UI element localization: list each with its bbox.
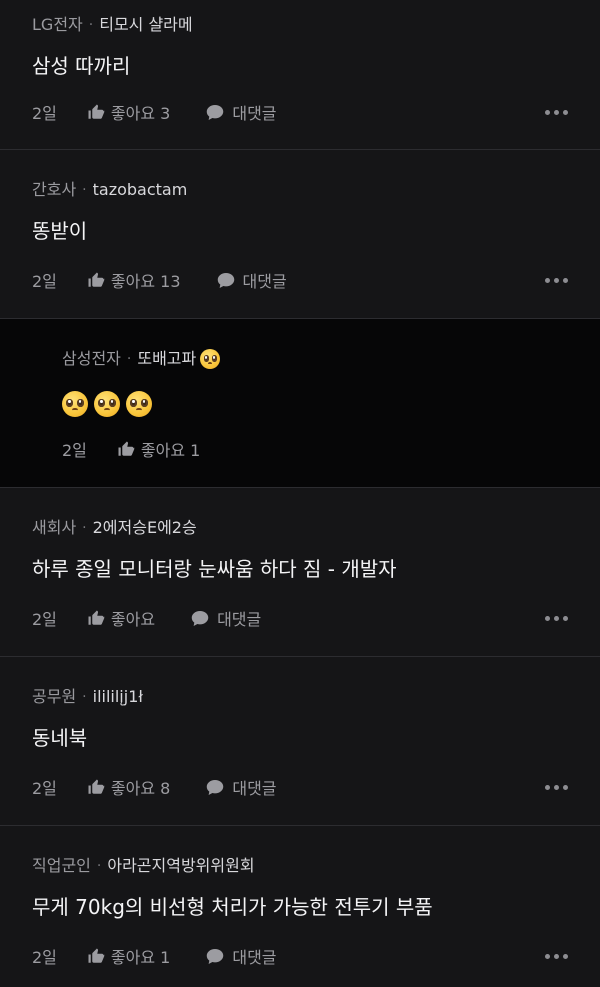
comment-body: 삼성 따까리: [32, 54, 131, 78]
company-name[interactable]: 공무원: [32, 686, 76, 708]
like-button[interactable]: 좋아요 1: [87, 944, 170, 968]
nickname[interactable]: 2에저승E에2승: [93, 517, 197, 539]
nickname[interactable]: 티모시 샬라메: [99, 14, 192, 36]
comment-meta: LG전자 · 티모시 샬라메: [32, 14, 568, 36]
reply-label: 대댓글: [232, 104, 277, 123]
comment-body: 무게 70kg의 비선형 처리가 가능한 전투기 부품: [32, 895, 433, 919]
nickname[interactable]: 아라곤지역방위위원회: [107, 855, 254, 877]
pleading-face-emoji: [200, 349, 221, 369]
like-button[interactable]: 좋아요 8: [87, 775, 170, 799]
separator-dot: ·: [82, 689, 87, 705]
nickname[interactable]: 또배고파: [137, 348, 196, 370]
like-button[interactable]: 좋아요 13: [87, 268, 181, 292]
comment-meta: 간호사 · tazobactam: [32, 179, 568, 201]
reply-label: 대댓글: [242, 272, 287, 291]
more-options-button[interactable]: [545, 101, 568, 123]
more-options-button[interactable]: [545, 269, 568, 291]
like-button[interactable]: 좋아요 1: [117, 437, 200, 461]
reply-button[interactable]: 대댓글: [217, 268, 287, 292]
thumbs-up-icon: [88, 779, 105, 794]
speech-bubble-icon: [207, 948, 224, 964]
like-label: 좋아요 1: [140, 441, 201, 460]
company-name[interactable]: LG전자: [32, 14, 83, 36]
comment-actions: 2일 좋아요 대댓글: [32, 607, 568, 629]
more-options-button[interactable]: [545, 776, 568, 798]
separator-dot: ·: [96, 858, 102, 874]
timestamp: 2일: [32, 948, 57, 967]
comment-item: 간호사 · tazobactam 똥받이 2일 좋아요 13 대댓글: [0, 150, 600, 319]
separator-dot: ·: [126, 351, 132, 367]
reply-comment-item: 삼성전자 · 또배고파 2일 좋아요 1: [0, 319, 600, 488]
speech-bubble-icon: [217, 272, 234, 288]
comment-body: 동네북: [32, 726, 88, 750]
comment-item: 새회사 · 2에저승E에2승 하루 종일 모니터랑 눈싸움 하다 짐 - 개발자…: [0, 488, 600, 657]
company-name[interactable]: 간호사: [32, 179, 76, 201]
comment-body: 똥받이: [32, 219, 88, 243]
speech-bubble-icon: [207, 779, 224, 795]
company-name[interactable]: 새회사: [32, 517, 76, 539]
separator-dot: ·: [82, 520, 87, 536]
thumbs-up-icon: [88, 948, 105, 963]
thumbs-up-icon: [88, 104, 105, 119]
comment-item: LG전자 · 티모시 샬라메 삼성 따까리 2일 좋아요 3 대댓글: [0, 0, 600, 150]
reply-label: 대댓글: [232, 948, 277, 967]
more-options-button[interactable]: [545, 945, 568, 967]
reply-button[interactable]: 대댓글: [206, 775, 277, 799]
speech-bubble-icon: [207, 104, 224, 120]
reply-label: 대댓글: [232, 779, 277, 798]
like-label: 좋아요 1: [110, 948, 171, 967]
reply-label: 대댓글: [217, 610, 262, 629]
comment-meta: 새회사 · 2에저승E에2승: [32, 517, 568, 539]
comment-actions: 2일 좋아요 3 대댓글: [32, 101, 568, 123]
pleading-face-emoji: [62, 390, 88, 417]
pleading-face-emoji: [94, 390, 120, 417]
like-label: 좋아요: [110, 610, 156, 629]
reply-button[interactable]: 대댓글: [206, 944, 277, 968]
like-button[interactable]: 좋아요 3: [87, 100, 170, 124]
timestamp: 2일: [62, 441, 87, 460]
comment-actions: 2일 좋아요 1 대댓글: [32, 945, 568, 967]
reply-button[interactable]: 대댓글: [191, 606, 261, 630]
company-name[interactable]: 직업군인: [32, 855, 91, 877]
separator-dot: ·: [82, 182, 87, 198]
pleading-face-emoji: [126, 390, 152, 417]
more-options-button[interactable]: [545, 607, 568, 629]
timestamp: 2일: [32, 779, 57, 798]
reply-button[interactable]: 대댓글: [206, 100, 277, 124]
comment-meta: 공무원 · ilililįj1ł: [32, 686, 568, 708]
timestamp: 2일: [32, 104, 57, 123]
comment-item: 직업군인 · 아라곤지역방위위원회 무게 70kg의 비선형 처리가 가능한 전…: [0, 826, 600, 987]
thumbs-up-icon: [88, 272, 105, 287]
comment-meta: 삼성전자 · 또배고파: [62, 348, 568, 370]
like-label: 좋아요 3: [110, 104, 171, 123]
comment-actions: 2일 좋아요 13 대댓글: [32, 269, 568, 291]
thumbs-up-icon: [118, 441, 135, 456]
timestamp: 2일: [32, 272, 57, 291]
like-label: 좋아요 13: [110, 272, 181, 291]
separator-dot: ·: [88, 17, 94, 33]
timestamp: 2일: [32, 610, 57, 629]
comment-meta: 직업군인 · 아라곤지역방위위원회: [32, 855, 568, 877]
speech-bubble-icon: [191, 610, 209, 626]
like-button[interactable]: 좋아요: [87, 606, 155, 630]
thumbs-up-icon: [88, 610, 105, 625]
comment-actions: 2일 좋아요 8 대댓글: [32, 776, 568, 798]
comment-body: 하루 종일 모니터랑 눈싸움 하다 짐 - 개발자: [32, 557, 397, 581]
comment-item: 공무원 · ilililįj1ł 동네북 2일 좋아요 8 대댓글: [0, 657, 600, 826]
like-label: 좋아요 8: [110, 779, 171, 798]
nickname[interactable]: ilililįj1ł: [93, 686, 143, 708]
comment-actions: 2일 좋아요 1: [62, 438, 568, 460]
nickname[interactable]: tazobactam: [93, 179, 188, 201]
company-name[interactable]: 삼성전자: [62, 348, 121, 370]
comment-body: [62, 388, 568, 417]
